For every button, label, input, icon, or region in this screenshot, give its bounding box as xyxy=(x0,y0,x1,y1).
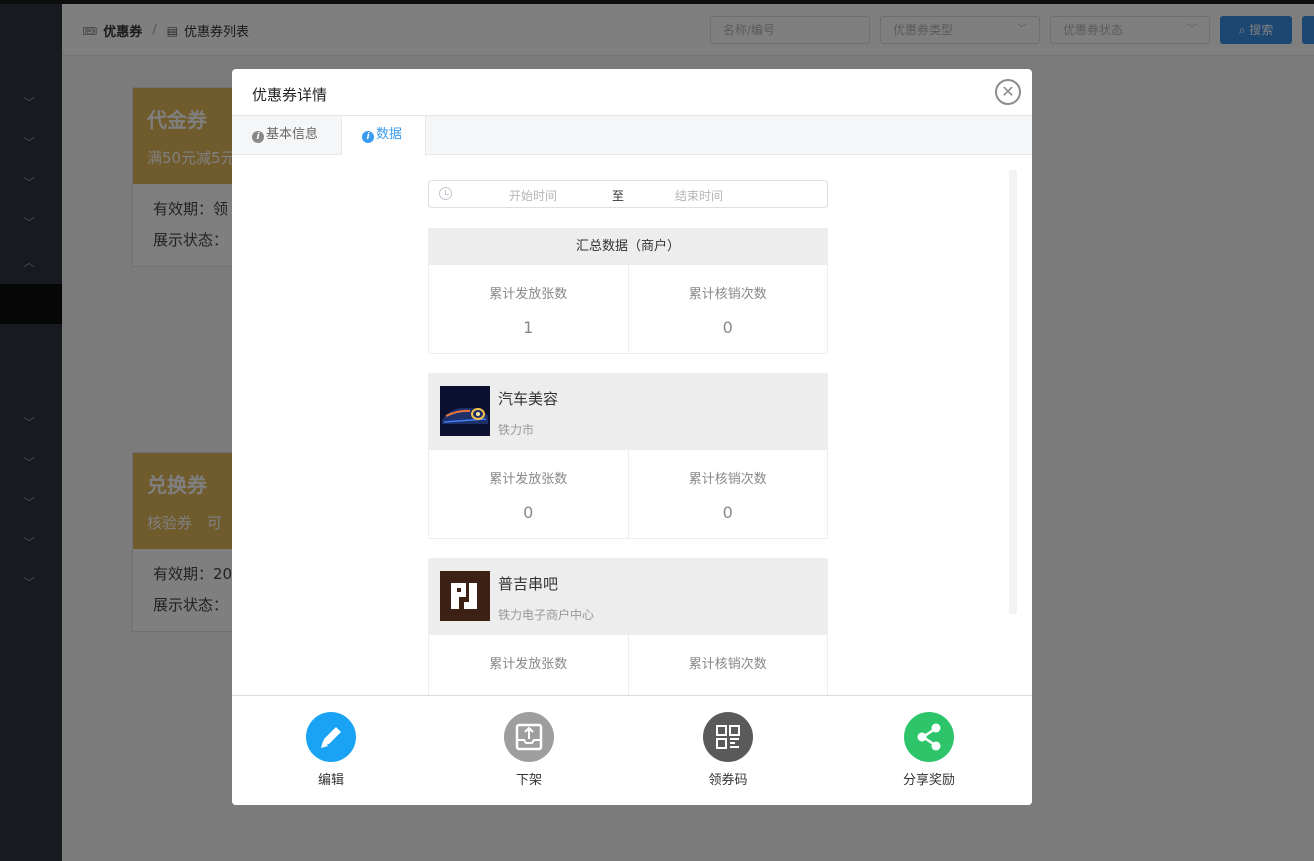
redeemed-value: 0 xyxy=(722,503,733,522)
end-time-input[interactable]: 结束时间 xyxy=(675,187,723,204)
summary-card: 汇总数据（商户） 累计发放张数 1 累计核销次数 0 xyxy=(428,228,828,354)
issued-stat: 累计发放张数 xyxy=(429,635,628,695)
action-label: 下架 xyxy=(515,773,542,788)
scrollbar[interactable] xyxy=(1009,170,1017,614)
action-label: 领券码 xyxy=(708,773,748,788)
shop-card: 普吉串吧 铁力电子商户中心 累计发放张数 累计核销次数 xyxy=(428,558,828,695)
summary-stats: 累计发放张数 1 累计核销次数 0 xyxy=(429,265,827,353)
edit-button[interactable]: 编辑 xyxy=(281,712,381,788)
shop-location: 铁力电子商户中心 xyxy=(498,608,595,622)
shop-name: 普吉串吧 xyxy=(498,575,559,593)
start-time-input[interactable]: 开始时间 xyxy=(509,187,557,204)
shop-name: 汽车美容 xyxy=(498,390,559,408)
modal-title: 优惠券详情 xyxy=(252,86,328,104)
tab-bar: i 基本信息 i 数据 xyxy=(232,115,1032,156)
issued-value: 0 xyxy=(523,503,534,522)
date-range-picker[interactable]: 开始时间 至 结束时间 xyxy=(428,180,828,208)
tab-basic-info[interactable]: i 基本信息 xyxy=(232,116,342,155)
shop-stats: 累计发放张数 0 累计核销次数 0 xyxy=(429,450,827,538)
issued-label: 累计发放张数 xyxy=(489,472,568,487)
close-button[interactable]: ✕ xyxy=(995,79,1021,105)
car-image xyxy=(440,386,490,436)
issued-stat: 累计发放张数 0 xyxy=(429,450,628,538)
issued-label: 累计发放张数 xyxy=(489,287,568,302)
redeemed-stat: 累计核销次数 0 xyxy=(627,450,828,538)
date-range-separator: 至 xyxy=(612,189,625,203)
issued-value: 1 xyxy=(523,318,534,337)
redeemed-value: 0 xyxy=(722,318,733,337)
unshelve-button[interactable]: 下架 xyxy=(479,712,579,788)
unshelve-icon xyxy=(504,712,554,762)
qrcode-icon xyxy=(703,712,753,762)
redeemed-label: 累计核销次数 xyxy=(688,287,767,302)
info-icon: i xyxy=(362,131,374,143)
action-bar: 编辑 下架 领券码 分享奖励 xyxy=(232,695,1032,805)
shop-logo xyxy=(440,571,490,621)
share-reward-button[interactable]: 分享奖励 xyxy=(879,712,979,788)
summary-title: 汇总数据（商户） xyxy=(429,229,827,265)
shop-card-header: 汽车美容 铁力市 xyxy=(429,374,827,450)
pencil-icon xyxy=(306,712,356,762)
action-label: 编辑 xyxy=(317,773,344,788)
issued-stat: 累计发放张数 1 xyxy=(429,265,628,353)
redeemed-label: 累计核销次数 xyxy=(688,657,767,672)
tab-label: 基本信息 xyxy=(266,127,319,142)
tab-label: 数据 xyxy=(376,127,403,142)
action-label: 分享奖励 xyxy=(902,773,955,788)
tab-data[interactable]: i 数据 xyxy=(342,116,426,156)
shop-location: 铁力市 xyxy=(498,423,535,437)
share-icon xyxy=(904,712,954,762)
issued-label: 累计发放张数 xyxy=(489,657,568,672)
close-icon: ✕ xyxy=(1001,82,1015,101)
info-icon: i xyxy=(252,131,264,143)
redeemed-label: 累计核销次数 xyxy=(688,472,767,487)
modal-content: 开始时间 至 结束时间 汇总数据（商户） 累计发放张数 1 累计核销次数 0 汽… xyxy=(232,155,1032,695)
shop-card-header: 普吉串吧 铁力电子商户中心 xyxy=(429,559,827,635)
shop-stats: 累计发放张数 累计核销次数 xyxy=(429,635,827,695)
clock-icon xyxy=(439,187,452,200)
redeemed-stat: 累计核销次数 0 xyxy=(627,265,828,353)
shop-card: 汽车美容 铁力市 累计发放张数 0 累计核销次数 0 xyxy=(428,373,828,539)
coupon-code-button[interactable]: 领券码 xyxy=(678,712,778,788)
redeemed-stat: 累计核销次数 xyxy=(627,635,828,695)
coupon-detail-modal: 优惠券详情 ✕ i 基本信息 i 数据 开始时间 至 结束时间 汇总数据（商户） 累… xyxy=(232,69,1032,805)
